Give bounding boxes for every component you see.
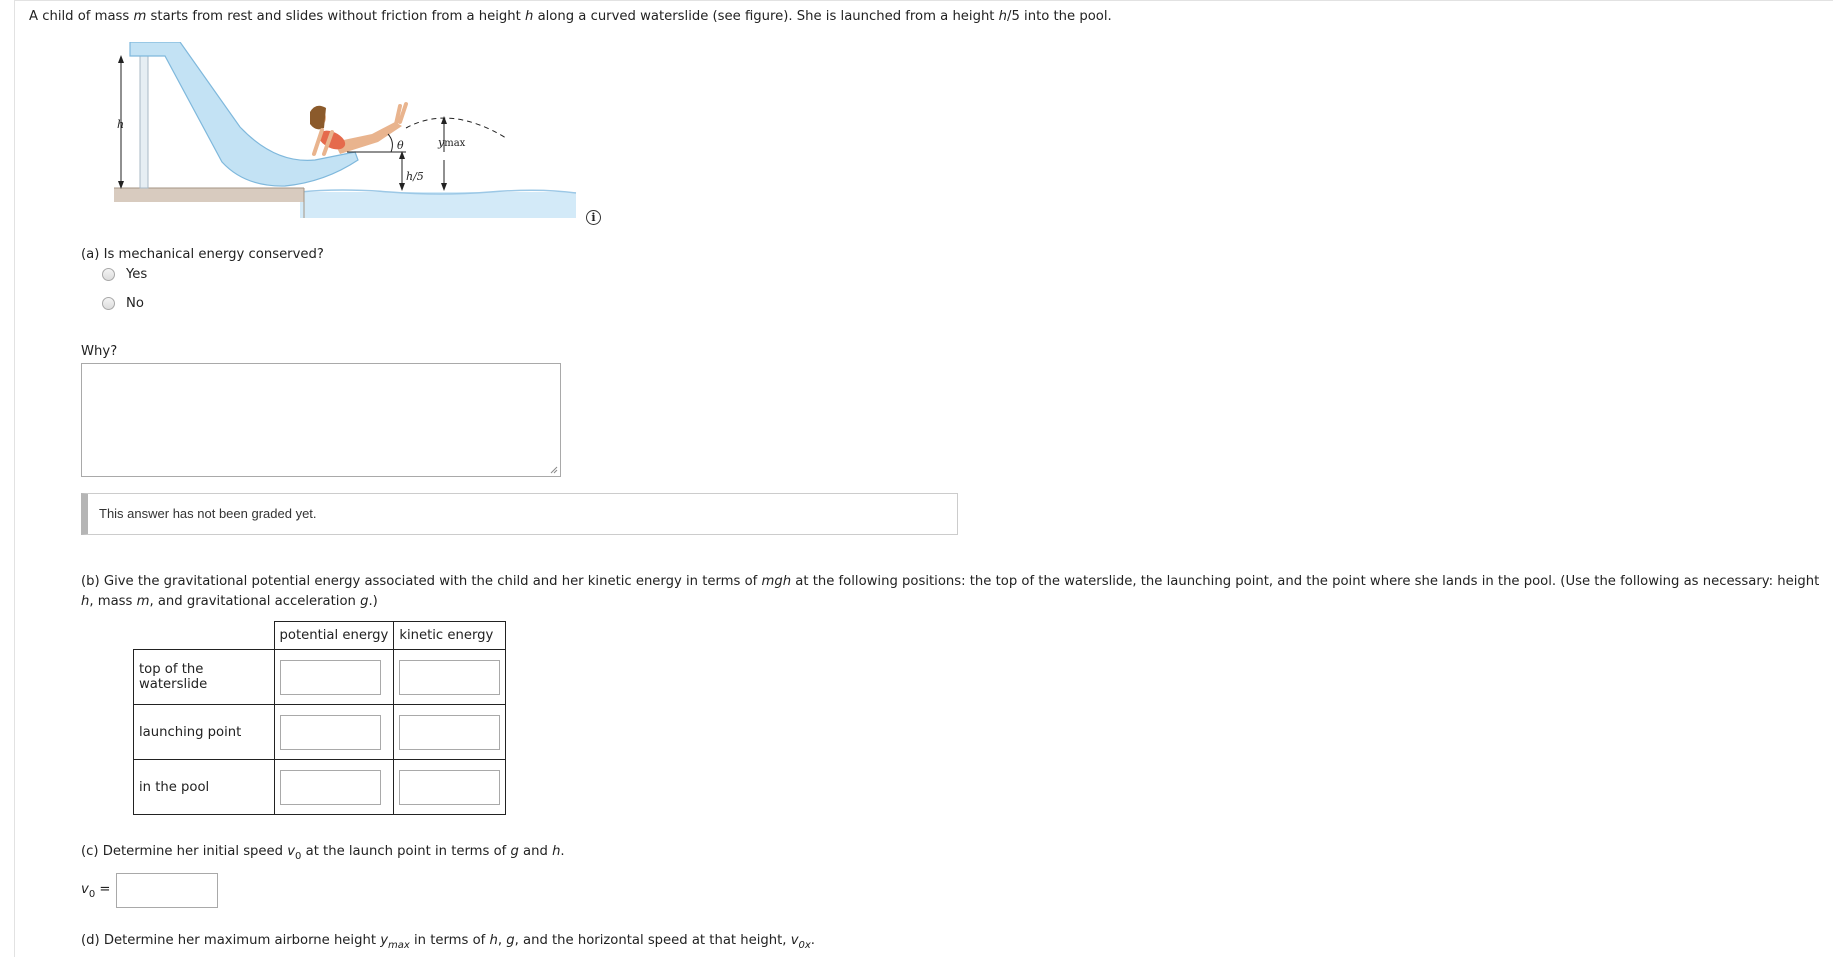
child-figure	[310, 102, 408, 156]
radio-no-label: No	[126, 296, 144, 311]
ke-pool-input[interactable]	[399, 769, 501, 805]
row-label-top: top of the waterslide	[133, 649, 275, 705]
why-label: Why?	[81, 344, 118, 359]
radio-no[interactable]	[102, 297, 115, 310]
pe-pool-input[interactable]	[279, 769, 381, 805]
ke-launch-input[interactable]	[399, 714, 501, 750]
v0-input[interactable]	[116, 873, 218, 908]
info-icon[interactable]: i	[586, 210, 601, 225]
label-ymax: ymax	[437, 136, 466, 149]
problem-statement: A child of mass m starts from rest and s…	[29, 9, 1112, 24]
why-textarea[interactable]	[81, 363, 561, 477]
waterslide-figure: h θ ymax h/5	[114, 42, 577, 218]
label-h5: h/5	[406, 170, 424, 183]
col-header-potential: potential energy	[273, 621, 395, 650]
energy-table: potential energy kinetic energy top of t…	[133, 621, 507, 815]
table-header-row: potential energy kinetic energy	[133, 621, 507, 650]
radio-yes[interactable]	[102, 268, 115, 281]
table-row: in the pool	[133, 759, 507, 815]
part-a-question: (a) Is mechanical energy conserved?	[81, 247, 324, 262]
pe-launch-input[interactable]	[279, 714, 381, 750]
radio-yes-label: Yes	[126, 267, 148, 282]
table-row: top of the waterslide	[133, 649, 507, 705]
table-corner	[133, 621, 275, 650]
pe-top-input[interactable]	[279, 659, 381, 695]
table-row: launching point	[133, 704, 507, 760]
graded-notice: This answer has not been graded yet.	[81, 493, 958, 535]
row-label-pool: in the pool	[133, 759, 275, 815]
part-d-question: (d) Determine her maximum airborne heigh…	[81, 933, 815, 951]
col-header-kinetic: kinetic energy	[393, 621, 507, 650]
part-b-question-line2: h, mass m, and gravitational acceleratio…	[81, 594, 378, 609]
ke-top-input[interactable]	[399, 659, 501, 695]
v0-label: v0 =	[81, 882, 111, 900]
label-h: h	[117, 118, 124, 131]
part-c-question: (c) Determine her initial speed v0 at th…	[81, 844, 565, 862]
row-label-launch: launching point	[133, 704, 275, 760]
resize-grip-icon[interactable]	[550, 466, 558, 474]
label-theta: θ	[397, 139, 404, 152]
part-b-question-line1: (b) Give the gravitational potential ene…	[81, 574, 1820, 589]
